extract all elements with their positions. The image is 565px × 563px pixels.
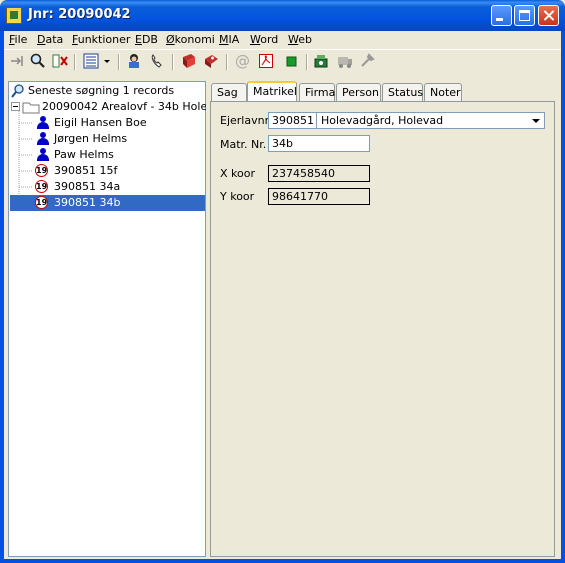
tree-parcel-label: 390851 15f (54, 164, 118, 177)
toolbar-separator (306, 54, 308, 70)
person-icon (37, 132, 49, 145)
menu-mia[interactable]: MIA (219, 33, 239, 46)
tree-search-label: Seneste søgning 1 records (28, 84, 175, 97)
tree-parcel-label: 390851 34a (54, 180, 121, 193)
person-icon (37, 148, 49, 161)
window-frame-right (561, 31, 565, 563)
parcel-19-icon: 19 (35, 164, 48, 177)
app-icon (6, 7, 22, 24)
phone-icon[interactable] (149, 53, 165, 69)
menu-okonomi[interactable]: Økonomi (166, 33, 215, 46)
menu-bar: File Data Funktioner EDB Økonomi MIA Wor… (4, 31, 561, 49)
window-title: Jnr: 20090042 (28, 7, 131, 22)
toolbar: @ (4, 49, 561, 74)
parcel-19-icon: 19 (35, 196, 48, 209)
tab-matrikel[interactable]: Matrikel (247, 81, 297, 101)
matr-input[interactable]: 34b (268, 135, 370, 152)
magnifier-icon (11, 84, 25, 101)
menu-funktioner[interactable]: Funktioner (72, 33, 130, 46)
collapse-toggle-icon[interactable] (11, 102, 20, 111)
add-book-icon[interactable] (203, 53, 219, 69)
toolbar-separator (118, 54, 120, 70)
close-button[interactable] (538, 5, 559, 26)
case-tree[interactable]: Seneste søgning 1 records 20090042 Areal… (8, 81, 223, 557)
window-frame-left (0, 31, 4, 563)
y-koor-label: Y koor (220, 190, 255, 203)
tab-noter[interactable]: Noter (424, 83, 462, 101)
menu-web[interactable]: Web (288, 33, 312, 46)
tree-case-label: 20090042 Arealovf - 34b Holev... (42, 100, 224, 113)
parcel-19-icon: 19 (35, 180, 48, 193)
ejerlav-combobox[interactable]: 390851 Holevadgård, Holevad (268, 112, 545, 129)
folder-icon (22, 100, 40, 117)
tree-parcel-item-selected[interactable]: 19 390851 34b (10, 195, 205, 211)
import-arrow-icon[interactable] (10, 53, 26, 69)
list-view-icon[interactable] (83, 53, 99, 69)
tree-person-label: Jørgen Helms (54, 132, 128, 145)
menu-data[interactable]: Data (37, 33, 63, 46)
search-icon[interactable] (29, 53, 45, 69)
user-icon[interactable] (126, 53, 142, 69)
cash-register-icon[interactable] (313, 53, 329, 69)
close-search-icon[interactable] (52, 53, 68, 69)
maximize-button[interactable] (514, 5, 535, 26)
truck-icon[interactable] (337, 53, 353, 69)
tab-person[interactable]: Person (336, 83, 381, 101)
tools-icon[interactable] (359, 53, 375, 69)
tab-sag[interactable]: Sag (211, 83, 247, 101)
book-icon[interactable] (181, 53, 197, 69)
menu-word[interactable]: Word (250, 33, 278, 46)
dropdown-arrow-icon[interactable] (529, 114, 543, 127)
pdf-icon[interactable] (258, 53, 274, 69)
tree-parcel-label: 390851 34b (54, 196, 121, 209)
y-koor-value: 98641770 (268, 188, 370, 205)
minimize-button[interactable] (491, 5, 512, 26)
email-icon[interactable]: @ (235, 53, 251, 69)
matr-label: Matr. Nr. (220, 138, 267, 151)
x-koor-label: X koor (220, 167, 255, 180)
menu-file[interactable]: File (9, 33, 27, 46)
tree-person-label: Paw Helms (54, 148, 114, 161)
ejerlav-name: Holevadgård, Holevad (321, 114, 444, 127)
toolbar-separator (226, 54, 228, 70)
person-icon (37, 116, 49, 129)
excel-icon[interactable] (283, 53, 299, 69)
tab-status[interactable]: Status (382, 83, 423, 101)
tree-person-label: Eigil Hansen Boe (54, 116, 147, 129)
window-frame-bottom (0, 559, 565, 563)
matrikel-panel: Ejerlavnr 390851 Holevadgård, Holevad Ma… (210, 101, 555, 557)
tab-firma[interactable]: Firma (299, 83, 335, 101)
ejerlav-code: 390851 (272, 114, 314, 127)
toolbar-separator (172, 54, 174, 70)
menu-edb[interactable]: EDB (135, 33, 158, 46)
ejerlav-label: Ejerlavnr (220, 114, 270, 127)
combo-divider (316, 113, 317, 128)
list-dropdown-arrow-icon[interactable] (102, 53, 112, 69)
x-koor-value: 237458540 (268, 165, 370, 182)
title-bar[interactable]: Jnr: 20090042 (0, 0, 565, 31)
toolbar-separator (74, 54, 76, 70)
